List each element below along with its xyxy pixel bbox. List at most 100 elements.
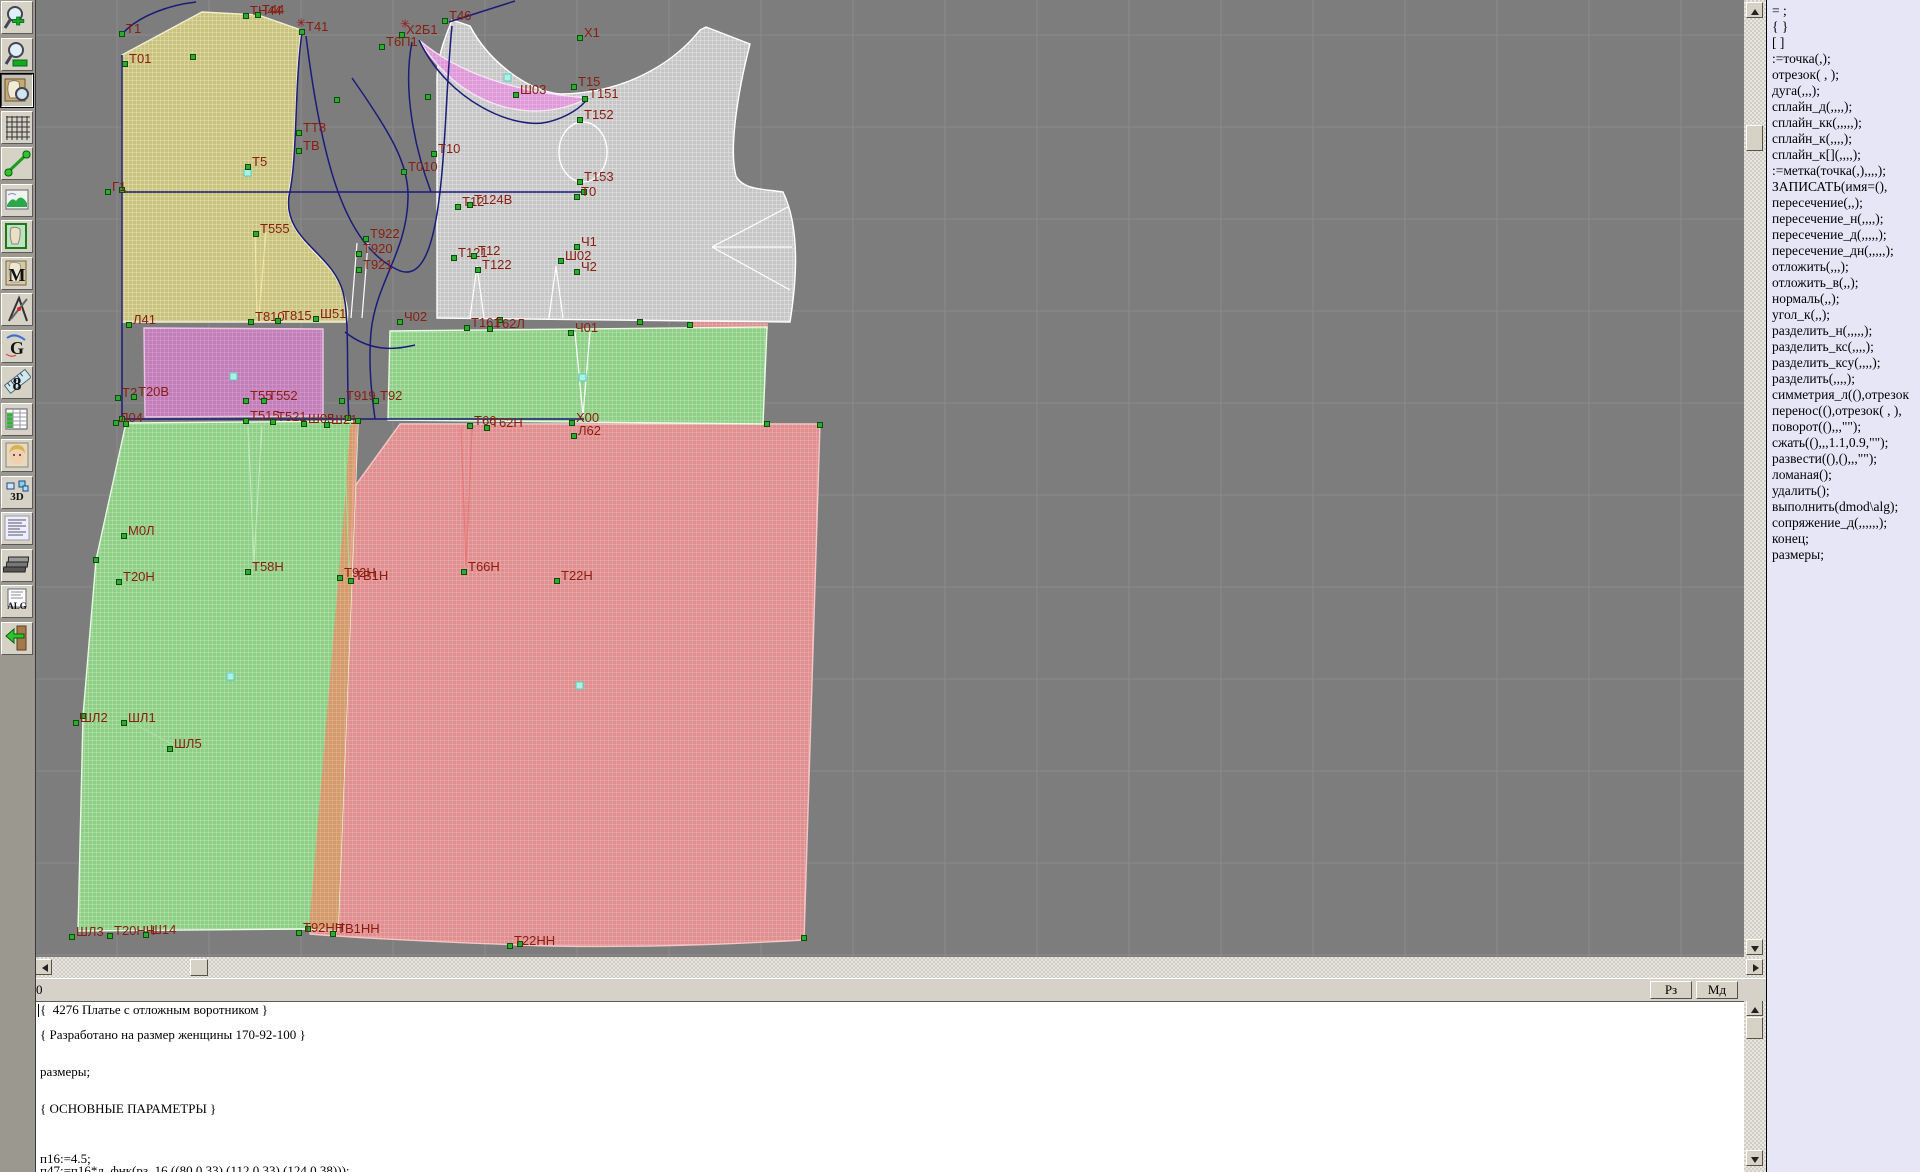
pattern-point[interactable] bbox=[555, 579, 560, 584]
pattern-point[interactable] bbox=[340, 399, 345, 404]
table-icon[interactable] bbox=[1, 403, 33, 436]
pattern-point[interactable] bbox=[570, 421, 575, 426]
drafting-tools-icon[interactable] bbox=[1, 293, 33, 326]
pattern-point[interactable] bbox=[106, 190, 111, 195]
editor-vscrollbar[interactable] bbox=[1744, 1000, 1766, 1172]
pattern-point[interactable] bbox=[74, 721, 79, 726]
pattern-point[interactable] bbox=[462, 570, 467, 575]
pattern-point[interactable] bbox=[244, 399, 249, 404]
pattern-point[interactable] bbox=[559, 259, 564, 264]
command-list-item[interactable]: разделить(,,,,); bbox=[1767, 371, 1920, 387]
command-list-item[interactable]: :=точка(,); bbox=[1767, 51, 1920, 67]
pattern-point[interactable] bbox=[572, 85, 577, 90]
selected-point[interactable] bbox=[504, 74, 511, 81]
scroll-down-icon[interactable] bbox=[1746, 939, 1763, 955]
pattern-point[interactable] bbox=[127, 323, 132, 328]
command-list-item[interactable]: пересечение_д(,,,,,); bbox=[1767, 227, 1920, 243]
command-list-item[interactable]: сжать((),,,1.1,0.9,""); bbox=[1767, 435, 1920, 451]
command-list-item[interactable]: перенос((),отрезок( , ), bbox=[1767, 403, 1920, 419]
pattern-point[interactable] bbox=[468, 424, 473, 429]
zoom-out-icon[interactable] bbox=[1, 38, 33, 71]
image-icon[interactable] bbox=[1, 184, 33, 217]
scroll-up-icon[interactable] bbox=[1746, 2, 1763, 18]
scroll-right-icon[interactable] bbox=[1746, 959, 1763, 975]
pattern-point[interactable] bbox=[116, 396, 121, 401]
command-list-item[interactable]: пересечение_н(,,,,); bbox=[1767, 211, 1920, 227]
command-list-item[interactable]: :=метка(точка(,),,,,); bbox=[1767, 163, 1920, 179]
pattern-point[interactable] bbox=[300, 30, 305, 35]
command-list-item[interactable]: размеры; bbox=[1767, 547, 1920, 563]
pattern-point[interactable] bbox=[123, 62, 128, 67]
pattern-point[interactable] bbox=[400, 33, 405, 38]
editor-scroll-up-icon[interactable] bbox=[1746, 1000, 1763, 1016]
pattern-point[interactable] bbox=[244, 14, 249, 19]
command-list-item[interactable]: пересечение_дн(,,,,,); bbox=[1767, 243, 1920, 259]
pattern-point[interactable] bbox=[246, 165, 251, 170]
pattern-point[interactable] bbox=[244, 419, 249, 424]
pattern-point[interactable] bbox=[94, 558, 99, 563]
command-list-item[interactable]: угол_к(,,); bbox=[1767, 307, 1920, 323]
grid-icon[interactable] bbox=[1, 111, 33, 144]
command-list-item[interactable]: отрезок( , ); bbox=[1767, 67, 1920, 83]
vscroll-thumb[interactable] bbox=[1746, 125, 1763, 151]
pattern-m-icon[interactable]: M bbox=[1, 257, 33, 290]
pattern-point[interactable] bbox=[144, 933, 149, 938]
skirt-red[interactable] bbox=[310, 424, 820, 946]
command-list-item[interactable]: разделить_ксу(,,,,); bbox=[1767, 355, 1920, 371]
pattern-point[interactable] bbox=[488, 327, 493, 332]
command-list-item[interactable]: отложить(,,,); bbox=[1767, 259, 1920, 275]
pattern-point[interactable] bbox=[191, 55, 196, 60]
selected-point[interactable] bbox=[244, 169, 251, 176]
pattern-point[interactable] bbox=[514, 93, 519, 98]
command-list-item[interactable]: { } bbox=[1767, 19, 1920, 35]
pattern-point[interactable] bbox=[688, 323, 693, 328]
command-list-item[interactable]: разделить_кс(,,,,); bbox=[1767, 339, 1920, 355]
pattern-point[interactable] bbox=[578, 36, 583, 41]
pattern-point[interactable] bbox=[297, 131, 302, 136]
pattern-point[interactable] bbox=[246, 570, 251, 575]
pattern-point[interactable] bbox=[468, 203, 473, 208]
selected-point[interactable] bbox=[227, 673, 234, 680]
command-list-item[interactable]: сплайн_к[](,,,,); bbox=[1767, 147, 1920, 163]
selected-point[interactable] bbox=[579, 374, 586, 381]
pattern-point[interactable] bbox=[297, 931, 302, 936]
pattern-point[interactable] bbox=[120, 32, 125, 37]
pattern-point[interactable] bbox=[249, 320, 254, 325]
pattern-point[interactable] bbox=[325, 423, 330, 428]
pattern-point[interactable] bbox=[465, 326, 470, 331]
selected-point[interactable] bbox=[230, 373, 237, 380]
pattern-point[interactable] bbox=[302, 422, 307, 427]
pattern-point[interactable] bbox=[476, 268, 481, 273]
alg-icon[interactable]: ALG bbox=[1, 585, 33, 618]
pattern-point[interactable] bbox=[508, 944, 513, 949]
portrait-icon[interactable] bbox=[1, 439, 33, 472]
pattern-point[interactable] bbox=[472, 254, 477, 259]
command-list-item[interactable]: = ; bbox=[1767, 3, 1920, 19]
pattern-point[interactable] bbox=[638, 320, 643, 325]
pattern-point[interactable] bbox=[380, 45, 385, 50]
pattern-point[interactable] bbox=[108, 934, 113, 939]
command-list-item[interactable]: ломаная(); bbox=[1767, 467, 1920, 483]
pattern-point[interactable] bbox=[818, 423, 823, 428]
command-list-item[interactable]: [ ] bbox=[1767, 35, 1920, 51]
pattern-point[interactable] bbox=[443, 19, 448, 24]
pattern-point[interactable] bbox=[357, 268, 362, 273]
pattern-point[interactable] bbox=[765, 422, 770, 427]
pattern-point[interactable] bbox=[426, 95, 431, 100]
scroll-left-icon[interactable] bbox=[35, 959, 52, 975]
command-list-item[interactable]: дуга(,,,); bbox=[1767, 83, 1920, 99]
drawing-canvas[interactable]: Т1Т01ТН44Т44Т41Т46Т6П1Х2Б1Х1Ш03Т15Т151Т1… bbox=[0, 0, 1744, 957]
command-list-item[interactable]: нормаль(,,); bbox=[1767, 291, 1920, 307]
pattern-point[interactable] bbox=[122, 534, 127, 539]
pattern-frame-icon[interactable] bbox=[1, 220, 33, 253]
pattern-point[interactable] bbox=[117, 580, 122, 585]
pattern-point[interactable] bbox=[168, 747, 173, 752]
command-list-item[interactable]: конец; bbox=[1767, 531, 1920, 547]
pattern-point[interactable] bbox=[271, 420, 276, 425]
command-list-item[interactable]: ЗАПИСАТЬ(имя=(), bbox=[1767, 179, 1920, 195]
pattern-point[interactable] bbox=[452, 256, 457, 261]
selected-point[interactable] bbox=[576, 682, 583, 689]
pattern-point[interactable] bbox=[802, 936, 807, 941]
pattern-point[interactable] bbox=[114, 421, 119, 426]
command-list-item[interactable]: симметрия_л((),отрезок bbox=[1767, 387, 1920, 403]
